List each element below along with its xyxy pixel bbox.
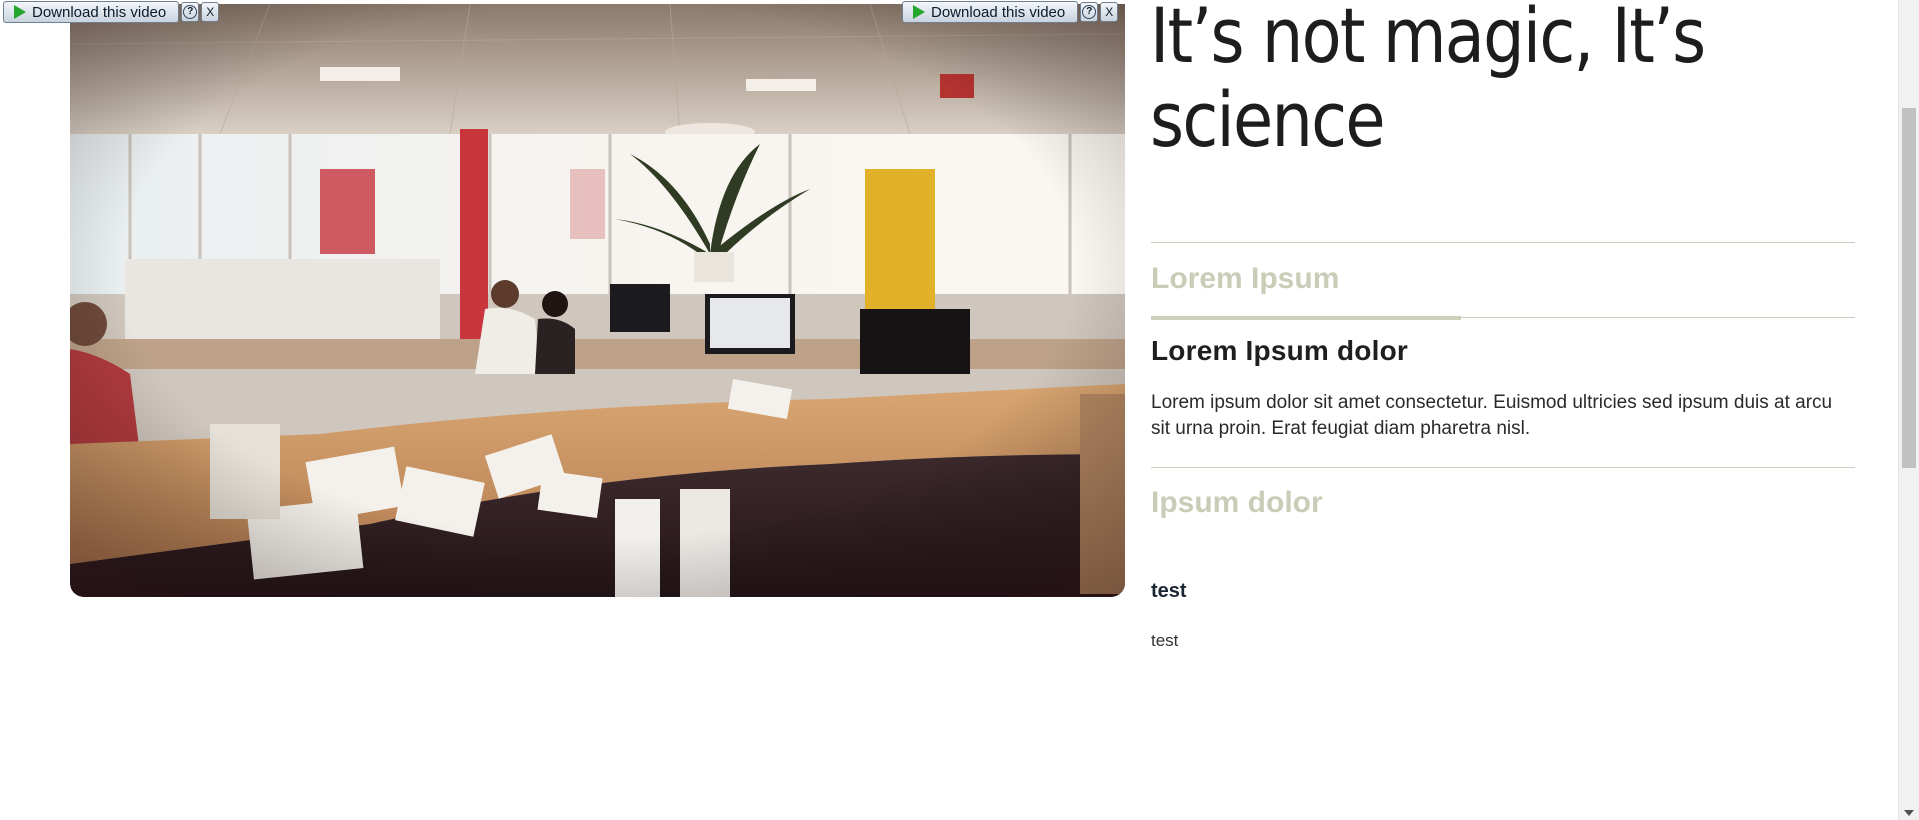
scroll-down-arrow-icon[interactable]: [1904, 810, 1914, 816]
close-button[interactable]: X: [201, 2, 220, 22]
download-video-button[interactable]: Download this video: [902, 1, 1079, 23]
play-icon: [913, 5, 925, 19]
test-text: test: [1151, 631, 1179, 650]
play-icon: [14, 5, 26, 19]
accordion-item-ipsum-dolor[interactable]: Ipsum dolor: [1151, 486, 1323, 520]
help-icon: ?: [183, 5, 198, 19]
accordion-divider: [1151, 242, 1855, 243]
accordion-item-body: Lorem ipsum dolor sit amet consectetur. …: [1151, 392, 1833, 439]
download-video-label: Download this video: [931, 3, 1066, 21]
accordion-item-lorem-ipsum[interactable]: Lorem Ipsum: [1151, 262, 1339, 296]
close-icon: X: [206, 5, 215, 19]
download-video-bar-right: Download this video ? X: [902, 0, 1119, 24]
test-heading: test: [1151, 580, 1187, 602]
page-headline: It’s not magic, It’s science: [1150, 0, 1706, 164]
office-video-frame: [70, 4, 1125, 597]
accordion-item-lorem-ipsum-dolor[interactable]: Lorem Ipsum dolor: [1151, 335, 1408, 367]
close-button[interactable]: X: [1100, 2, 1119, 22]
accordion-divider: [1151, 467, 1855, 468]
page-scrollbar[interactable]: [1898, 0, 1919, 820]
download-video-button[interactable]: Download this video: [3, 1, 180, 23]
help-button[interactable]: ?: [181, 2, 200, 22]
scrollbar-thumb[interactable]: [1902, 108, 1916, 468]
help-icon: ?: [1082, 5, 1097, 19]
close-icon: X: [1105, 5, 1114, 19]
download-video-bar-left: Download this video ? X: [3, 0, 220, 24]
download-video-label: Download this video: [32, 3, 167, 21]
help-button[interactable]: ?: [1080, 2, 1099, 22]
office-video[interactable]: [70, 4, 1125, 597]
accordion-progress-bar: [1151, 316, 1461, 320]
